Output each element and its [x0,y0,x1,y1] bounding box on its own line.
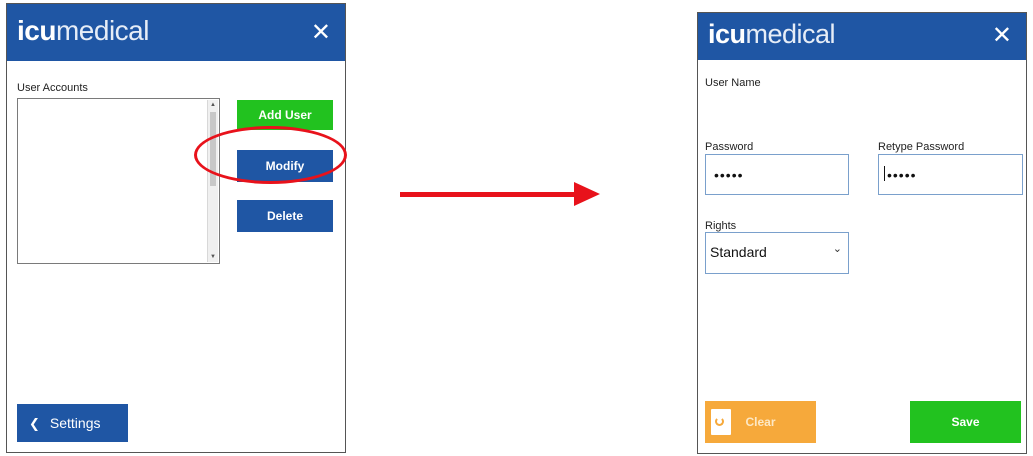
user-accounts-label: User Accounts [17,82,88,94]
clear-button[interactable]: Clear [705,401,816,443]
text-caret [884,166,885,181]
logo-light-text: medical [55,15,149,46]
arrow-line [400,192,576,197]
retype-password-field[interactable]: ••••• [878,154,1023,195]
password-field[interactable]: ••••• [705,154,849,195]
retype-password-value: ••••• [887,167,917,183]
icu-medical-logo: icumedical [708,19,836,50]
logo-bold-text: icu [708,19,746,49]
close-icon[interactable]: ✕ [311,18,331,47]
settings-back-button[interactable]: ❮ Settings [17,404,128,442]
close-icon[interactable]: ✕ [992,21,1012,50]
modify-highlight-ellipse [194,126,347,184]
title-bar: icumedical ✕ [698,13,1026,60]
rights-selected-value: Standard [710,244,767,260]
retype-password-label: Retype Password [878,141,965,153]
modify-user-window: icumedical ✕ User Name Password ••••• Re… [697,12,1027,454]
refresh-icon [711,409,731,435]
user-accounts-listbox[interactable]: ▲ ▼ [17,98,220,264]
scroll-down-icon[interactable]: ▼ [209,253,217,261]
icu-medical-logo: icumedical [17,15,149,47]
delete-button[interactable]: Delete [237,200,333,232]
title-bar: icumedical ✕ [7,4,345,61]
clear-label: Clear [745,415,776,429]
logo-light-text: medical [745,19,836,49]
user-accounts-window: icumedical ✕ User Accounts ▲ ▼ Add User … [6,3,346,453]
logo-bold-text: icu [17,15,56,46]
user-name-label: User Name [705,77,761,89]
settings-label: Settings [49,415,101,431]
save-button[interactable]: Save [910,401,1021,443]
scroll-up-icon[interactable]: ▲ [209,101,217,109]
password-label: Password [705,141,754,153]
add-user-button[interactable]: Add User [237,100,333,130]
chevron-down-icon: ⌄ [832,243,842,255]
chevron-left-icon: ❮ [29,416,40,431]
arrow-right-icon [574,182,600,206]
rights-label: Rights [705,220,737,232]
rights-dropdown[interactable]: Standard ⌄ [705,232,849,274]
listbox-scrollbar[interactable]: ▲ ▼ [207,100,218,262]
